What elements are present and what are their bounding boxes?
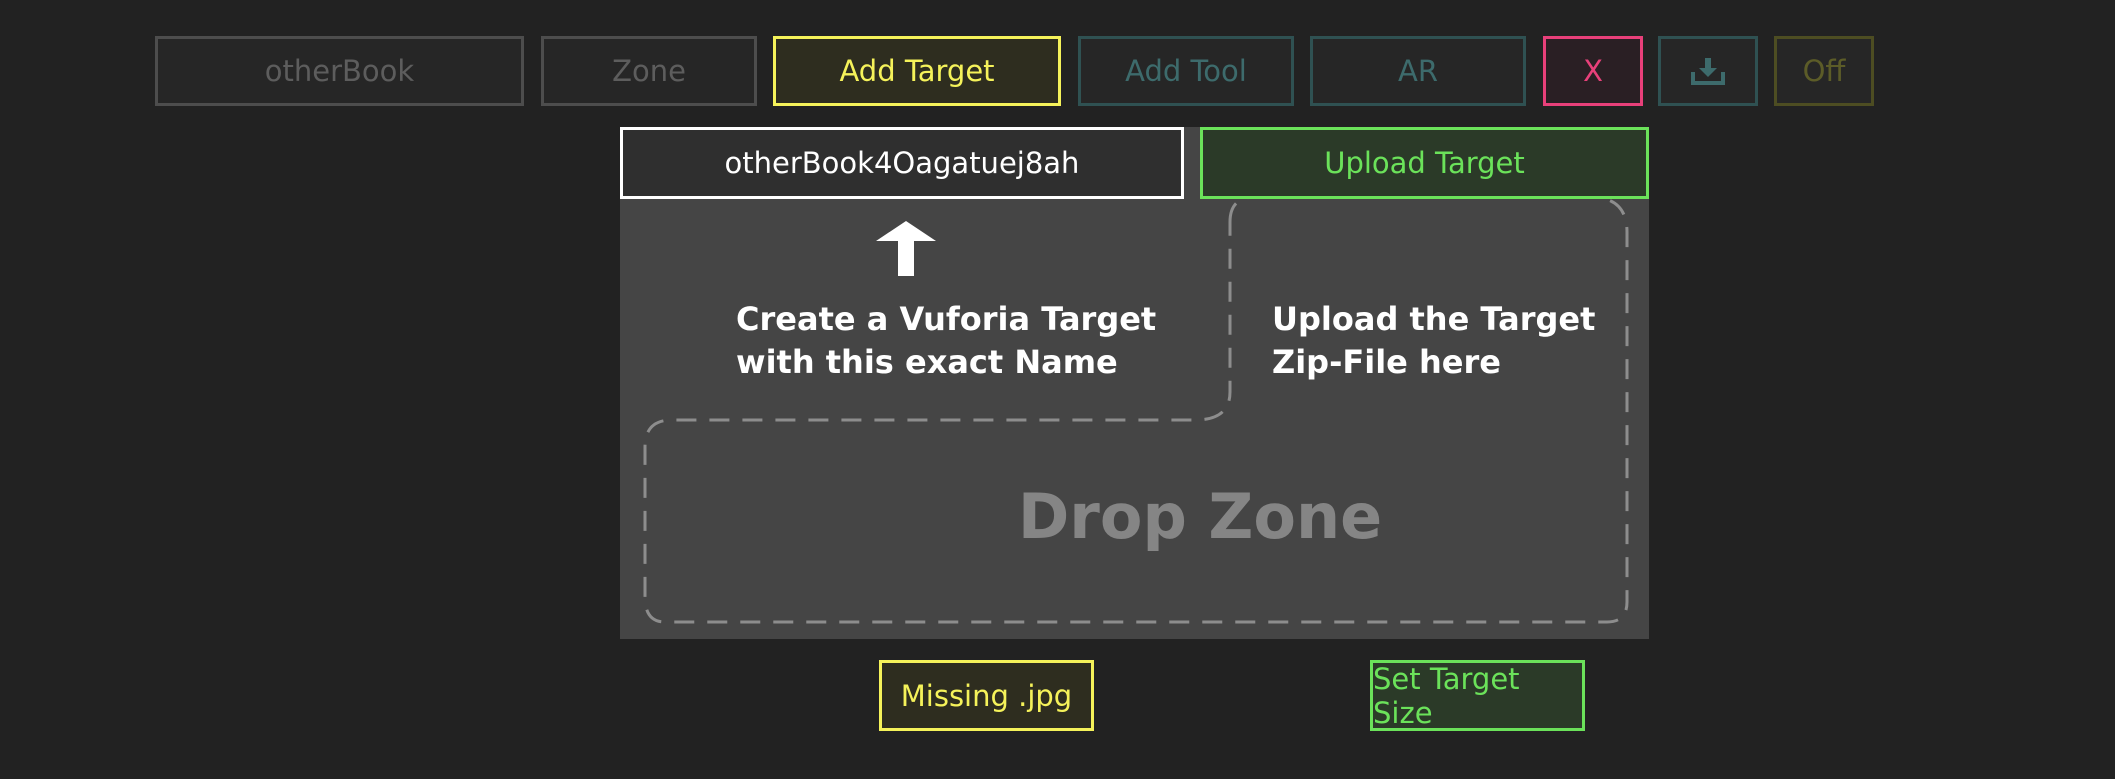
arrow-up-icon bbox=[876, 221, 936, 276]
add-target-button[interactable]: Add Target bbox=[773, 36, 1061, 106]
set-target-size-button[interactable]: Set Target Size bbox=[1370, 660, 1585, 731]
otherbook-button[interactable]: otherBook bbox=[155, 36, 524, 106]
download-button[interactable] bbox=[1658, 36, 1758, 106]
zone-button[interactable]: Zone bbox=[541, 36, 757, 106]
drop-zone-label: Drop Zone bbox=[1017, 480, 1383, 553]
upload-target-button[interactable]: Upload Target bbox=[1200, 127, 1649, 199]
download-tray-icon bbox=[1691, 58, 1725, 85]
close-button[interactable]: X bbox=[1543, 36, 1643, 106]
add-tool-button[interactable]: Add Tool bbox=[1078, 36, 1294, 106]
target-name-field[interactable]: otherBook4Oagatuej8ah bbox=[620, 127, 1184, 199]
ar-button[interactable]: AR bbox=[1310, 36, 1526, 106]
create-target-instruction: Create a Vuforia Target with this exact … bbox=[736, 300, 1157, 381]
upload-zip-instruction: Upload the Target Zip-File here bbox=[1272, 300, 1596, 381]
off-toggle-button[interactable]: Off bbox=[1774, 36, 1874, 106]
missing-jpg-button[interactable]: Missing .jpg bbox=[879, 660, 1094, 731]
target-editor-screen: otherBook Zone Add Target Add Tool AR X … bbox=[0, 0, 2115, 779]
